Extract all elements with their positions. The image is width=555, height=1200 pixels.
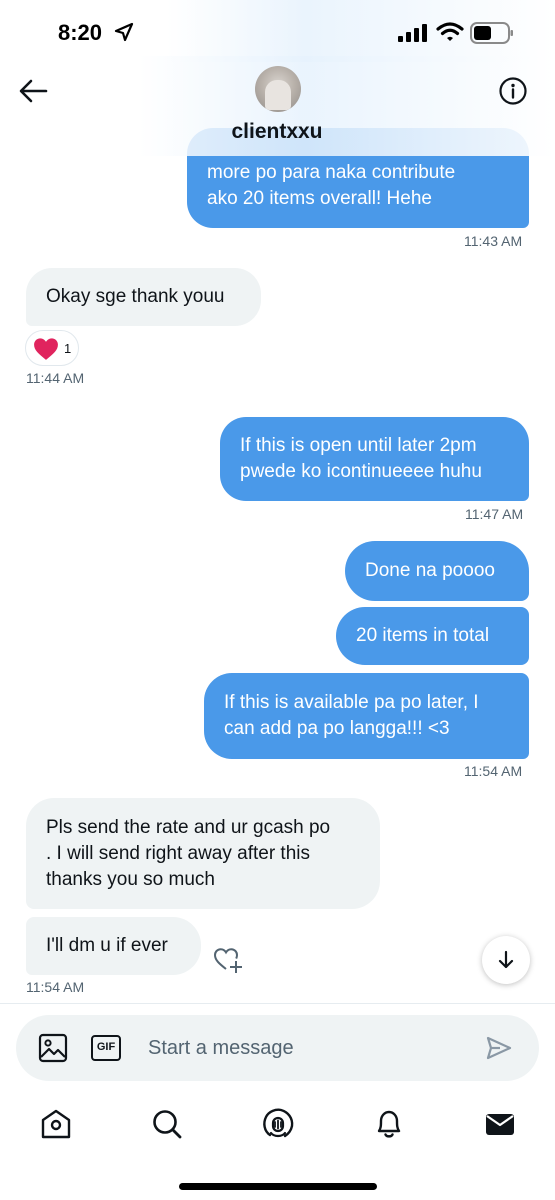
message-bubble-incoming[interactable]: Okay sge thank youu — [26, 268, 261, 326]
scroll-to-bottom-button[interactable] — [482, 936, 530, 984]
gif-label: GIF — [96, 1041, 116, 1053]
message-text: thanks you so much — [46, 869, 215, 890]
message-timestamp: 11:54 AM — [464, 763, 523, 779]
send-icon[interactable] — [486, 1035, 512, 1061]
arrow-down-icon — [498, 950, 514, 969]
message-timestamp: 11:43 AM — [464, 233, 523, 249]
message-text: If this is open until later 2pm — [240, 435, 477, 456]
username-text: clientxxu — [231, 120, 323, 143]
info-icon[interactable] — [498, 76, 528, 106]
status-bar: 8:20 — [0, 0, 555, 62]
message-text: Done na poooo — [365, 560, 495, 581]
message-text: can add pa po langga!!! <3 — [224, 718, 450, 739]
conversation-username[interactable]: clientxxu — [0, 120, 555, 144]
spaces-icon[interactable] — [261, 1107, 295, 1141]
image-icon[interactable] — [38, 1033, 68, 1063]
message-bubble-outgoing[interactable]: Done na poooo — [345, 541, 529, 601]
avatar[interactable] — [255, 66, 301, 112]
message-text: 20 items in total — [356, 625, 490, 646]
wifi-icon — [436, 22, 464, 41]
status-time: 8:20 — [58, 20, 103, 45]
message-input[interactable] — [148, 1033, 468, 1063]
message-bubble-incoming[interactable]: Pls send the rate and ur gcash po . I wi… — [26, 798, 380, 909]
battery-icon — [470, 22, 513, 44]
heart-icon — [34, 338, 58, 360]
home-icon[interactable] — [39, 1107, 73, 1141]
message-text: more po para naka contribute — [207, 162, 456, 183]
message-text: Okay sge thank youu — [46, 286, 225, 307]
message-bubble-incoming[interactable]: I'll dm u if ever — [26, 917, 201, 975]
message-text: If this is available pa po later, I — [224, 692, 479, 713]
message-timestamp: 11:47 AM — [465, 506, 524, 522]
composer-divider — [0, 1003, 555, 1004]
bottom-navigation — [0, 1095, 555, 1155]
home-indicator — [179, 1183, 377, 1190]
gif-icon[interactable]: GIF — [91, 1035, 121, 1061]
add-reaction-icon[interactable] — [212, 944, 244, 974]
message-bubble-outgoing[interactable]: If this is open until later 2pm pwede ko… — [220, 417, 529, 501]
reaction-count: 1 — [64, 341, 72, 356]
search-icon[interactable] — [150, 1107, 184, 1141]
notifications-icon[interactable] — [372, 1107, 406, 1141]
message-text: ako 20 items overall! Hehe — [207, 188, 432, 209]
message-text: I'll dm u if ever — [46, 935, 168, 956]
arrow-left-icon[interactable] — [16, 76, 50, 106]
conversation-header: clientxxu — [0, 56, 555, 156]
location-arrow-icon — [114, 22, 134, 42]
message-text: Pls send the rate and ur gcash po — [46, 817, 331, 838]
avatar-figure — [265, 80, 291, 110]
reaction-badge[interactable]: 1 — [25, 330, 79, 366]
message-text: . I will send right away after this — [46, 843, 310, 864]
message-text: pwede ko icontinueeee huhu — [240, 461, 482, 482]
messages-icon[interactable] — [483, 1107, 517, 1141]
cellular-signal-icon — [398, 24, 427, 42]
message-timestamp: 11:54 AM — [26, 979, 85, 995]
message-bubble-outgoing[interactable]: If this is available pa po later, I can … — [204, 673, 529, 759]
message-bubble-outgoing[interactable]: 20 items in total — [336, 607, 529, 665]
message-timestamp: 11:44 AM — [26, 370, 85, 386]
message-composer[interactable]: GIF — [16, 1015, 539, 1081]
